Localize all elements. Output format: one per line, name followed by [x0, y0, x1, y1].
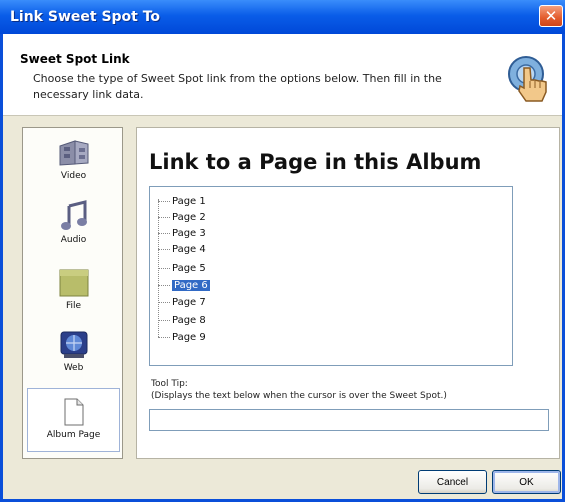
close-icon: ✕	[544, 6, 558, 25]
panel-title: Link to a Page in this Album	[149, 150, 482, 174]
tree-item[interactable]: Page 7	[158, 294, 206, 310]
nav-label-album-page: Album Page	[46, 430, 101, 440]
link-detail-panel: Link to a Page in this Album Page 1 Page…	[136, 127, 560, 459]
dialog-window: Link Sweet Spot To ✕ Sweet Spot Link Cho…	[0, 0, 565, 502]
folder-icon	[59, 269, 88, 297]
cancel-button[interactable]: Cancel	[418, 470, 487, 494]
page-icon	[64, 398, 83, 426]
nav-label-web: Web	[63, 363, 84, 373]
tooltip-label-block: Tool Tip: (Displays the text below when …	[151, 378, 447, 402]
nav-item-file[interactable]: File	[27, 266, 120, 311]
nav-item-album-page[interactable]: Album Page	[27, 388, 120, 452]
nav-item-web[interactable]: Web	[27, 328, 120, 373]
header-title: Sweet Spot Link	[20, 52, 130, 66]
nav-item-audio[interactable]: Audio	[27, 200, 120, 245]
nav-label-audio: Audio	[60, 235, 87, 245]
tooltip-input[interactable]	[149, 409, 549, 431]
ok-button[interactable]: OK	[492, 470, 561, 494]
tree-item[interactable]: Page 4	[158, 241, 206, 257]
film-icon	[59, 140, 88, 166]
header-description: Choose the type of Sweet Spot link from …	[33, 72, 442, 101]
tooltip-hint: (Displays the text below when the cursor…	[151, 391, 447, 401]
page-tree[interactable]: Page 1 Page 2 Page 3 Page 4 Page 5 Page …	[149, 186, 513, 366]
tree-item[interactable]: Page 9	[158, 329, 206, 345]
nav-item-video[interactable]: Video	[27, 138, 120, 181]
tree-item[interactable]: Page 2	[158, 209, 206, 225]
nav-label-video: Video	[60, 171, 87, 181]
globe-icon	[60, 331, 87, 358]
dialog-header: Sweet Spot Link Choose the type of Sweet…	[3, 34, 562, 116]
hand-pointer-icon	[508, 56, 547, 102]
music-note-icon	[60, 200, 87, 230]
tree-item[interactable]: Page 5	[158, 260, 206, 276]
close-button[interactable]: ✕	[539, 5, 563, 27]
link-type-panel: Video Audio File Web Album Page	[22, 127, 123, 459]
window-title: Link Sweet Spot To	[10, 9, 161, 25]
title-bar[interactable]: Link Sweet Spot To ✕	[0, 0, 565, 34]
nav-label-file: File	[65, 301, 82, 311]
tree-item[interactable]: Page 8	[158, 312, 206, 328]
tooltip-label: Tool Tip:	[151, 379, 188, 389]
tree-item[interactable]: Page 1	[158, 193, 206, 209]
tree-item[interactable]: Page 3	[158, 225, 206, 241]
tree-item-selected[interactable]: Page 6	[158, 277, 210, 293]
